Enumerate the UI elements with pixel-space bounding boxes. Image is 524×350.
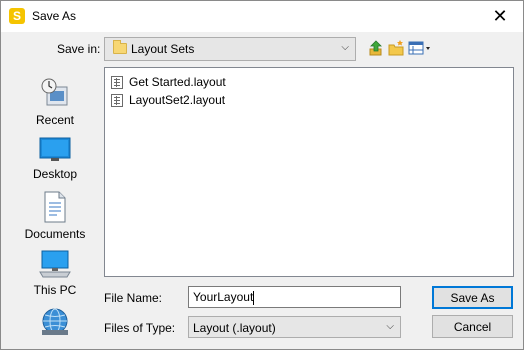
- place-this-pc-label: This PC: [33, 283, 77, 297]
- place-this-pc[interactable]: This PC: [11, 249, 99, 297]
- file-name-value: YourLayout: [193, 290, 254, 304]
- list-item[interactable]: LayoutSet2.layout: [111, 91, 225, 109]
- cancel-button[interactable]: Cancel: [432, 315, 513, 338]
- folder-icon: [113, 40, 127, 54]
- place-recent-label: Recent: [35, 113, 75, 127]
- places-sidebar: Recent Desktop Documents This PC: [11, 67, 99, 337]
- save-button[interactable]: Save As: [432, 286, 513, 309]
- place-desktop[interactable]: Desktop: [11, 135, 99, 181]
- file-type-dropdown[interactable]: Layout (.layout) ⌵: [188, 316, 401, 338]
- place-documents-label: Documents: [24, 227, 86, 241]
- file-list[interactable]: Get Started.layout LayoutSet2.layout: [104, 67, 514, 277]
- network-icon: [42, 308, 68, 335]
- close-button[interactable]: ✕: [477, 1, 523, 32]
- file-name: LayoutSet2.layout: [129, 93, 226, 107]
- file-type-value: Layout (.layout): [193, 321, 276, 335]
- file-name-label: File Name:: [104, 291, 163, 305]
- recent-icon: [41, 78, 68, 106]
- up-folder-icon[interactable]: [367, 39, 385, 57]
- layout-file-icon: [111, 75, 123, 89]
- save-as-dialog: S Save As ✕ Save in: Layout Sets ⌵ Recen…: [0, 0, 524, 350]
- save-in-value: Layout Sets: [131, 42, 195, 56]
- save-in-label: Save in:: [57, 42, 101, 56]
- place-network[interactable]: [11, 307, 99, 341]
- chevron-down-icon: ⌵: [386, 321, 394, 332]
- window-title: Save As: [32, 9, 77, 23]
- list-item[interactable]: Get Started.layout: [111, 73, 226, 91]
- place-recent[interactable]: Recent: [11, 77, 99, 127]
- close-icon: ✕: [492, 6, 508, 26]
- documents-icon: [44, 191, 66, 223]
- file-name-input[interactable]: YourLayout: [188, 286, 401, 308]
- layout-file-icon: [111, 93, 123, 107]
- chevron-down-icon: ⌵: [341, 42, 349, 53]
- app-icon: S: [9, 8, 25, 24]
- place-documents[interactable]: Documents: [11, 191, 99, 241]
- title-bar: S Save As ✕: [1, 1, 523, 32]
- save-in-dropdown[interactable]: Layout Sets ⌵: [104, 37, 356, 61]
- desktop-icon: [39, 137, 71, 161]
- new-folder-icon[interactable]: [387, 39, 405, 57]
- file-type-label: Files of Type:: [104, 321, 176, 335]
- place-desktop-label: Desktop: [32, 167, 78, 181]
- view-menu-icon[interactable]: [407, 39, 433, 57]
- this-pc-icon: [39, 250, 71, 278]
- text-caret: [253, 290, 255, 305]
- file-name: Get Started.layout: [129, 75, 226, 89]
